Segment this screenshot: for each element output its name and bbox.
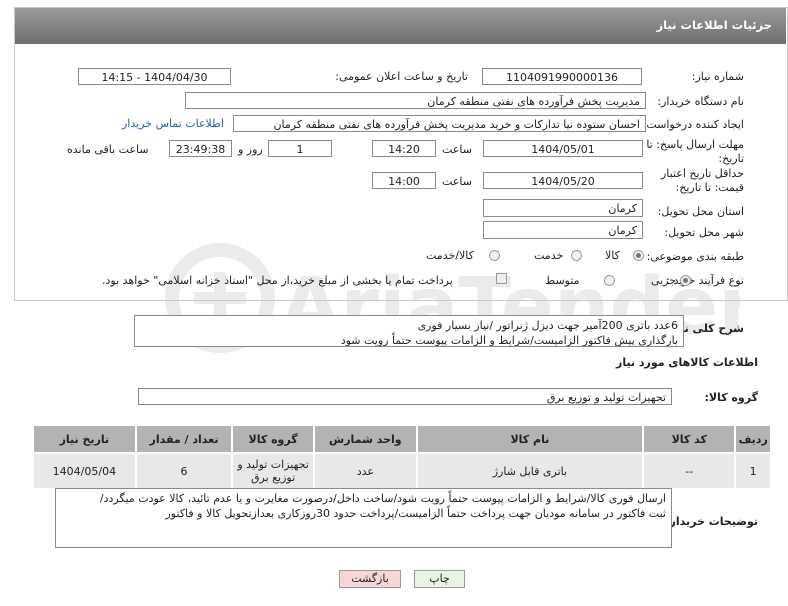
contact-buyer-link[interactable]: اطلاعات تماس خریدار [122,117,224,130]
buyer-field[interactable]: مدیریت پخش فرآورده های نفتی منطقه کرمان [185,92,646,109]
days-field[interactable]: 1 [268,140,332,157]
col-group: گروه کالا [231,424,315,454]
col-qty: تعداد / مقدار [134,424,234,454]
category-both-label: کالا/خدمت [426,249,474,262]
cell-date: 1404/05/04 [32,452,137,490]
remaining-label: ساعت باقی مانده [67,143,149,156]
deadline-time-label: ساعت [442,143,472,156]
need-number-label: شماره نیاز: [691,70,744,83]
col-name: نام کالا [415,424,645,454]
city-field[interactable]: کرمان [483,221,643,239]
category-service-radio[interactable] [571,250,582,261]
col-code: کد کالا [642,424,737,454]
buyer-notes-line-1: ارسال فوری کالا/شرایط و الزامات پیوست حت… [99,492,666,505]
category-goods-radio[interactable] [633,250,644,261]
table-row[interactable]: 1 -- باتری قابل شارژ عدد تجهیزات تولید و… [32,452,772,490]
description-textarea[interactable]: 6عدد باتری 200آمپر جهت دیزل ژنراتور /نیا… [134,315,684,347]
need-number-field[interactable]: 1104091990000136 [482,68,642,85]
treasury-payment-note: پرداخت تمام یا بخشی از مبلغ خرید،از محل … [102,274,453,287]
category-service-label: خدمت [534,249,564,262]
col-row: ردیف [734,424,772,454]
creator-field[interactable]: احسان ستوده نیا تدارکات و خرید مدیریت پخ… [233,115,646,132]
announce-label: تاریخ و ساعت اعلان عمومی: [335,70,468,83]
process-partial-label: جزیی [651,274,677,287]
process-label: نوع فرآیند خرید : [666,274,744,287]
goods-table-header: ردیف کد کالا نام کالا واحد شمارش گروه کا… [32,424,772,454]
goods-group-label: گروه کالا: [704,391,758,404]
announce-field[interactable]: 1404/04/30 - 14:15 [78,68,231,85]
city-label: شهر محل تحویل: [664,226,744,239]
goods-section-title: اطلاعات کالاهای مورد نیاز [616,356,758,369]
cell-qty: 6 [134,452,234,490]
buyer-notes-label: توضیحات خریدار: [665,515,758,528]
remaining-time-field[interactable]: 23:49:38 [169,140,232,157]
print-button[interactable]: چاپ [414,570,465,588]
validity-time-field[interactable]: 14:00 [372,172,436,189]
panel-title: جزئیات اطلاعات نیاز [656,18,772,32]
col-date: تاریخ نیاز [32,424,137,454]
back-button[interactable]: بازگشت [339,570,401,588]
province-label: استان محل تحویل: [657,205,744,218]
deadline-date-field[interactable]: 1404/05/01 [483,140,643,157]
goods-group-field[interactable]: تجهیزات تولید و توزیع برق [138,388,672,405]
buyer-notes-line-2: ثبت فاکتور در سامانه مودیان جهت پرداخت ح… [165,507,667,520]
cell-unit: عدد [312,452,418,490]
category-both-radio[interactable] [489,250,500,261]
creator-label: ایجاد کننده درخواست: [642,118,744,131]
validity-label: حداقل تاریخ اعتبار قیمت: تا تاریخ: [660,167,744,194]
process-partial-radio[interactable] [680,275,691,286]
process-medium-radio[interactable] [604,275,615,286]
validity-date-field[interactable]: 1404/05/20 [483,172,643,189]
days-label: روز و [238,143,263,156]
deadline-label: مهلت ارسال پاسخ: تا تاریخ: [646,138,744,165]
description-line-2: بارگذاری پیش فاکتور الزامیست/شرایط و الز… [340,334,678,347]
cell-code: -- [642,452,737,490]
process-medium-label: متوسط [545,274,580,287]
cell-group: تجهیزات تولید و توزیع برق [231,452,315,490]
buyer-notes-textarea[interactable]: ارسال فوری کالا/شرایط و الزامات پیوست حت… [55,488,672,548]
panel-header: جزئیات اطلاعات نیاز [15,8,786,44]
cell-row: 1 [734,452,772,490]
validity-time-label: ساعت [442,175,472,188]
description-line-1: 6عدد باتری 200آمپر جهت دیزل ژنراتور /نیا… [417,319,678,332]
province-field[interactable]: کرمان [483,199,643,217]
col-unit: واحد شمارش [312,424,418,454]
goods-table: ردیف کد کالا نام کالا واحد شمارش گروه کا… [32,424,772,490]
cell-name: باتری قابل شارژ [415,452,645,490]
category-goods-label: کالا [605,249,620,262]
buyer-label: نام دستگاه خریدار: [657,95,744,108]
deadline-time-field[interactable]: 14:20 [372,140,436,157]
category-label: طبقه بندی موضوعی: [646,250,744,263]
treasury-payment-checkbox[interactable] [496,273,507,284]
